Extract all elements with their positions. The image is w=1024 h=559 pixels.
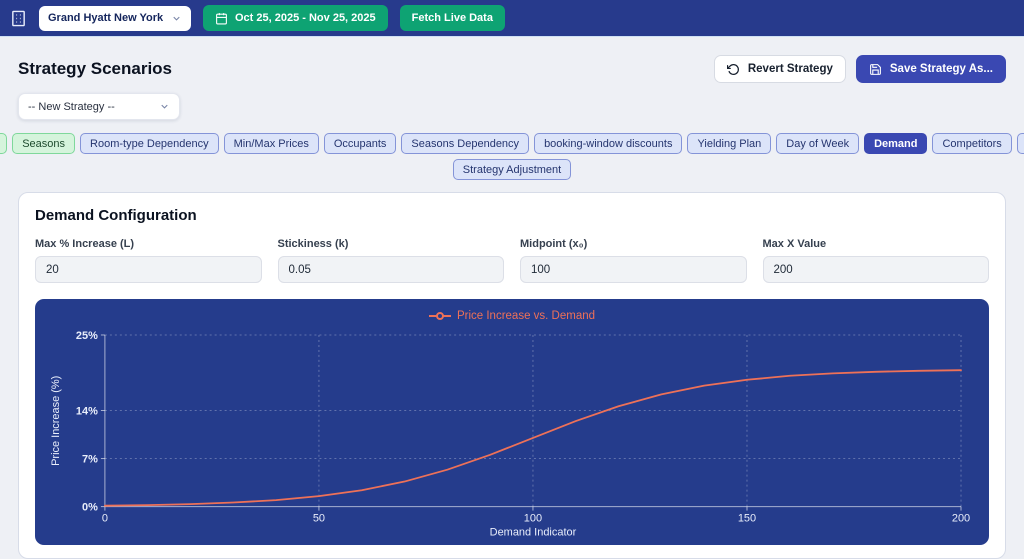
demand-configuration-card: Demand Configuration Max % Increase (L) … [18,192,1006,559]
tab-yielding-plan[interactable]: Yielding Plan [687,133,771,154]
svg-text:100: 100 [524,513,542,525]
tab-seasons-dependency[interactable]: Seasons Dependency [401,133,529,154]
svg-text:25%: 25% [76,330,98,342]
field-max-increase: Max % Increase (L) [35,238,262,283]
max-x-value-input[interactable] [763,256,990,283]
svg-text:150: 150 [738,513,756,525]
svg-text:200: 200 [952,513,970,525]
strategy-tabs: RoomsSeasonsRoom-type DependencyMin/Max … [18,133,1006,180]
tab-strategy-adjustment[interactable]: Strategy Adjustment [453,159,571,180]
save-icon [869,63,882,76]
strategy-select-value: -- New Strategy -- [28,101,115,113]
legend-label: Price Increase vs. Demand [457,310,595,322]
tab-seasons[interactable]: Seasons [12,133,75,154]
svg-text:0%: 0% [82,502,98,514]
field-label: Max % Increase (L) [35,238,262,250]
chevron-down-icon [171,13,182,24]
chart-legend[interactable]: Price Increase vs. Demand [47,307,977,325]
field-label: Stickiness (k) [278,238,505,250]
demand-chart-panel: Price Increase vs. Demand 0 50 100 150 200 0%… [35,299,989,545]
save-strategy-button[interactable]: Save Strategy As... [856,55,1006,83]
midpoint-input[interactable] [520,256,747,283]
svg-text:0: 0 [102,513,108,525]
tab-demand[interactable]: Demand [864,133,927,154]
revert-strategy-label: Revert Strategy [748,63,833,75]
tab-competitors[interactable]: Competitors [932,133,1011,154]
save-strategy-label: Save Strategy As... [890,63,993,75]
page-content: Strategy Scenarios Revert Strategy [0,37,1024,559]
tab-row-2: Strategy Adjustment [18,159,1006,180]
revert-strategy-button[interactable]: Revert Strategy [714,55,846,83]
top-navbar: Grand Hyatt New York Oct 25, 2025 - Nov … [0,0,1024,37]
calendar-icon [215,12,228,25]
hotel-select-value: Grand Hyatt New York [48,12,163,24]
tab-row-1: RoomsSeasonsRoom-type DependencyMin/Max … [18,133,1006,154]
svg-text:Demand Indicator: Demand Indicator [490,527,577,539]
svg-text:50: 50 [313,513,325,525]
max-increase-input[interactable] [35,256,262,283]
tab-min-max-prices[interactable]: Min/Max Prices [224,133,319,154]
field-label: Max X Value [763,238,990,250]
building-icon [10,10,27,27]
tab-day-of-week[interactable]: Day of Week [776,133,859,154]
undo-icon [727,63,740,76]
tab-room-type-dependency[interactable]: Room-type Dependency [80,133,219,154]
svg-text:14%: 14% [76,405,98,417]
field-midpoint: Midpoint (x₀) [520,238,747,283]
page-title: Strategy Scenarios [18,59,172,79]
chevron-down-icon [159,101,170,112]
legend-line-marker-icon [429,312,451,320]
tab-booking-window-discounts[interactable]: booking-window discounts [534,133,682,154]
field-stickiness: Stickiness (k) [278,238,505,283]
hotel-select[interactable]: Grand Hyatt New York [39,6,191,31]
field-label: Midpoint (x₀) [520,238,747,250]
svg-text:Price Increase (%): Price Increase (%) [50,376,62,466]
config-fields: Max % Increase (L) Stickiness (k) Midpoi… [35,238,989,283]
date-range-label: Oct 25, 2025 - Nov 25, 2025 [235,12,376,24]
tab-rooms[interactable]: Rooms [0,133,7,154]
stickiness-input[interactable] [278,256,505,283]
svg-text:7%: 7% [82,454,98,466]
card-title: Demand Configuration [35,207,989,224]
tab-budget[interactable]: Budget [1017,133,1024,154]
tab-occupants[interactable]: Occupants [324,133,397,154]
fetch-live-data-button[interactable]: Fetch Live Data [400,5,505,31]
strategy-select[interactable]: -- New Strategy -- [18,93,180,120]
field-max-x-value: Max X Value [763,238,990,283]
price-increase-vs-demand-chart: 0 50 100 150 200 0% 7% 14% 25% Demand Indicator Pr… [47,325,977,539]
date-range-button[interactable]: Oct 25, 2025 - Nov 25, 2025 [203,5,388,31]
